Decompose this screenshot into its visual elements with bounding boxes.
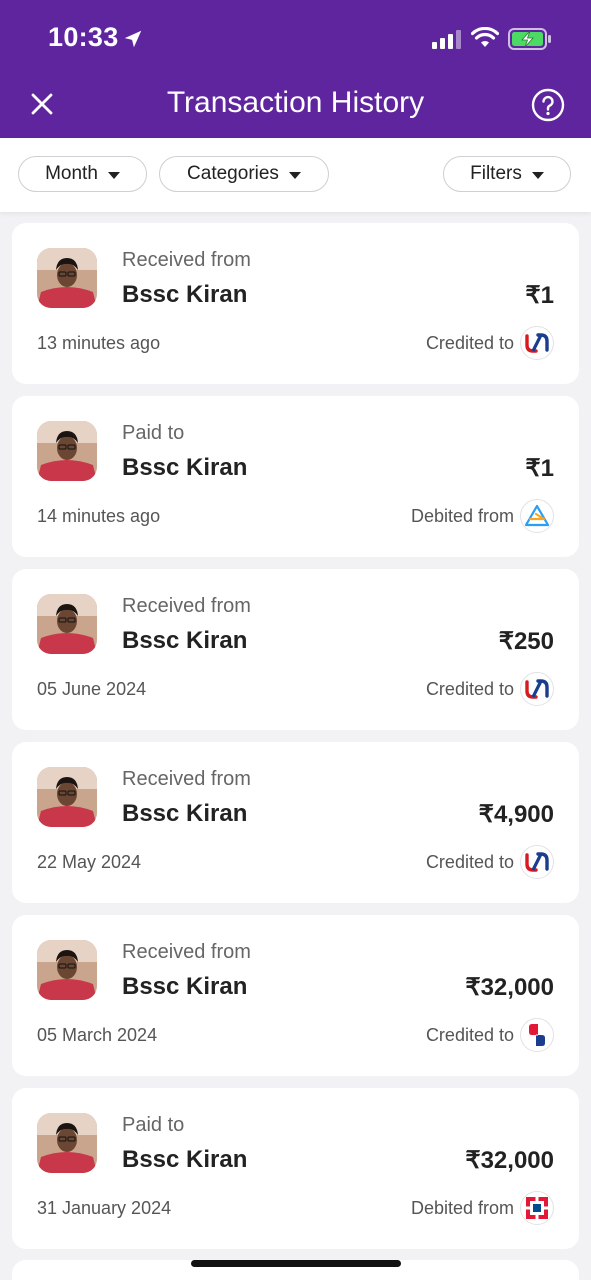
contact-name: Bssc Kiran: [122, 281, 248, 308]
filters-button[interactable]: Filters: [443, 156, 571, 192]
battery-charging-icon: [508, 28, 551, 50]
transaction-card[interactable]: Paid to Bssc Kiran ₹32,000 31 January 20…: [12, 1088, 579, 1249]
transaction-card[interactable]: Received from Bssc Kiran ₹4,900 22 May 2…: [12, 742, 579, 903]
union-bank-icon: [520, 326, 554, 360]
union-bank-icon: [520, 672, 554, 706]
contact-name: Bssc Kiran: [122, 627, 248, 654]
contact-name: Bssc Kiran: [122, 454, 248, 481]
account-label: Credited to: [425, 852, 514, 872]
contact-name: Bssc Kiran: [122, 800, 248, 827]
month-filter-button[interactable]: Month: [18, 156, 147, 192]
upi-lite-icon: [520, 499, 554, 533]
transaction-time: 13 minutes ago: [37, 333, 161, 353]
account-label: Credited to: [425, 679, 514, 699]
transaction-amount: ₹32,000: [465, 1147, 554, 1174]
location-arrow-icon: [124, 30, 142, 48]
caret-down-icon: [531, 171, 544, 179]
transaction-time: 05 March 2024: [37, 1025, 158, 1045]
avatar: [37, 940, 97, 1000]
account-label: Debited from: [410, 506, 514, 526]
avatar: [37, 594, 97, 654]
account-label: Credited to: [425, 1025, 514, 1045]
home-indicator[interactable]: [191, 1260, 401, 1267]
account-label: Credited to: [425, 333, 514, 353]
transaction-card[interactable]: Received from Bssc Kiran ₹32,000 05 Marc…: [12, 915, 579, 1076]
contact-name: Bssc Kiran: [122, 973, 248, 1000]
filter-bar: Month Categories Filters: [0, 138, 591, 212]
transaction-card[interactable]: Paid to Bssc Kiran ₹1 14 minutes ago Deb…: [12, 396, 579, 557]
transaction-amount: ₹4,900: [478, 801, 554, 828]
transaction-time: 31 January 2024: [37, 1198, 172, 1218]
transaction-type: Received from: [122, 249, 251, 271]
page-title: Transaction History: [166, 86, 425, 119]
contact-name: Bssc Kiran: [122, 1146, 248, 1173]
bank-icon: [520, 1018, 554, 1052]
transaction-amount: ₹1: [525, 455, 554, 482]
transaction-type: Paid to: [122, 1114, 185, 1136]
categories-filter-label: Categories: [187, 163, 279, 184]
transaction-time: 22 May 2024: [37, 852, 142, 872]
avatar: [37, 248, 97, 308]
avatar: [37, 767, 97, 827]
status-bar: 10:33: [0, 0, 591, 72]
cellular-signal-icon: [432, 30, 461, 49]
transaction-card[interactable]: Received from Bssc Kiran ₹250 05 June 20…: [12, 569, 579, 730]
month-filter-label: Month: [45, 163, 98, 184]
transaction-type: Received from: [122, 941, 251, 963]
transaction-amount: ₹32,000: [465, 974, 554, 1001]
transaction-type: Received from: [122, 768, 251, 790]
transaction-time: 14 minutes ago: [37, 506, 161, 526]
transaction-amount: ₹250: [498, 628, 554, 655]
transaction-type: Received from: [122, 595, 251, 617]
caret-down-icon: [288, 171, 301, 179]
transaction-amount: ₹1: [525, 282, 554, 309]
avatar: [37, 421, 97, 481]
hdfc-bank-icon: [520, 1191, 554, 1225]
status-time: 10:33: [48, 22, 119, 52]
app-header: 10:33 Transaction History: [0, 0, 591, 138]
union-bank-icon: [520, 845, 554, 879]
categories-filter-button[interactable]: Categories: [159, 156, 329, 192]
wifi-icon: [471, 27, 499, 47]
account-label: Debited from: [410, 1198, 514, 1218]
transaction-time: 05 June 2024: [37, 679, 147, 699]
transaction-type: Paid to: [122, 422, 185, 444]
avatar: [37, 1113, 97, 1173]
filters-label: Filters: [470, 163, 522, 184]
help-icon[interactable]: [531, 88, 565, 122]
transaction-card[interactable]: Received from Bssc Kiran ₹1 13 minutes a…: [12, 223, 579, 384]
caret-down-icon: [107, 171, 120, 179]
